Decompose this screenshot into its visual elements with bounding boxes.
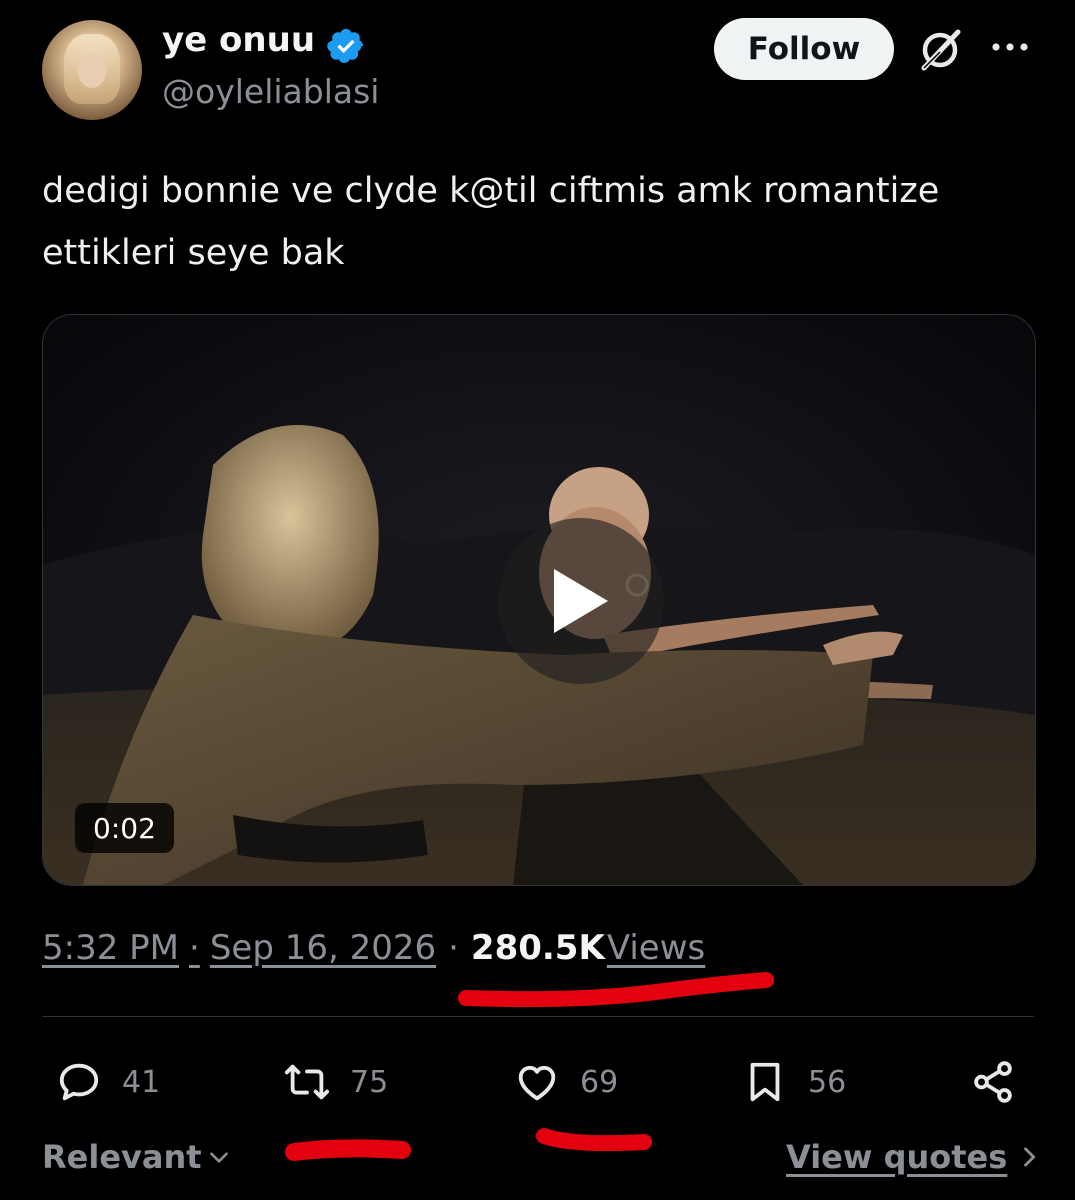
- tweet-meta: 5:32 PM · Sep 16, 2026 · 280.5K Views: [42, 928, 705, 968]
- repost-count: 75: [350, 1064, 389, 1100]
- views-label[interactable]: Views: [607, 928, 705, 968]
- more-options-icon[interactable]: [988, 30, 1032, 64]
- red-underline-views: [458, 972, 774, 1008]
- tweet-date[interactable]: Sep 16, 2026: [210, 928, 436, 968]
- follow-button[interactable]: Follow: [714, 18, 894, 80]
- red-underline-reposts: [285, 1139, 411, 1161]
- tweet-text: dedigi bonnie ve clyde k@til ciftmis amk…: [42, 171, 940, 273]
- chevron-down-icon: [209, 1152, 228, 1163]
- reply-icon: [59, 1063, 99, 1101]
- view-quotes-link[interactable]: View quotes: [786, 1138, 1043, 1176]
- tweet-time[interactable]: 5:32 PM: [42, 928, 179, 968]
- play-button[interactable]: [498, 518, 664, 684]
- bookmark-icon: [750, 1062, 780, 1102]
- video-player[interactable]: 0:02: [42, 314, 1036, 886]
- sort-label: Relevant: [42, 1138, 202, 1176]
- grok-icon[interactable]: [914, 24, 966, 76]
- views-count[interactable]: 280.5K: [471, 928, 605, 968]
- reply-count: 41: [122, 1064, 161, 1100]
- bookmark-count: 56: [808, 1064, 847, 1100]
- sort-dropdown[interactable]: Relevant: [42, 1138, 232, 1176]
- view-quotes-label: View quotes: [786, 1138, 1008, 1176]
- display-name[interactable]: ye onuu: [162, 20, 315, 60]
- like-button[interactable]: 69: [514, 1052, 618, 1112]
- meta-separator: ·: [189, 928, 200, 968]
- share-button[interactable]: [970, 1052, 1016, 1112]
- share-icon: [974, 1061, 1012, 1103]
- meta-separator: ·: [448, 928, 459, 968]
- repost-button[interactable]: 75: [284, 1052, 388, 1112]
- verified-badge-icon: [327, 28, 364, 64]
- divider: [42, 1016, 1034, 1017]
- avatar[interactable]: [42, 20, 142, 120]
- play-icon: [554, 569, 608, 633]
- like-count: 69: [580, 1064, 619, 1100]
- repost-icon: [284, 1064, 330, 1100]
- heart-icon: [518, 1065, 556, 1101]
- red-underline-likes: [536, 1128, 652, 1152]
- user-handle[interactable]: @oyleliablasi: [162, 72, 379, 111]
- video-duration: 0:02: [75, 803, 174, 853]
- avatar-face: [78, 54, 106, 88]
- reply-button[interactable]: 41: [56, 1052, 160, 1112]
- chevron-right-icon: [1024, 1147, 1036, 1167]
- bookmark-button[interactable]: 56: [742, 1052, 846, 1112]
